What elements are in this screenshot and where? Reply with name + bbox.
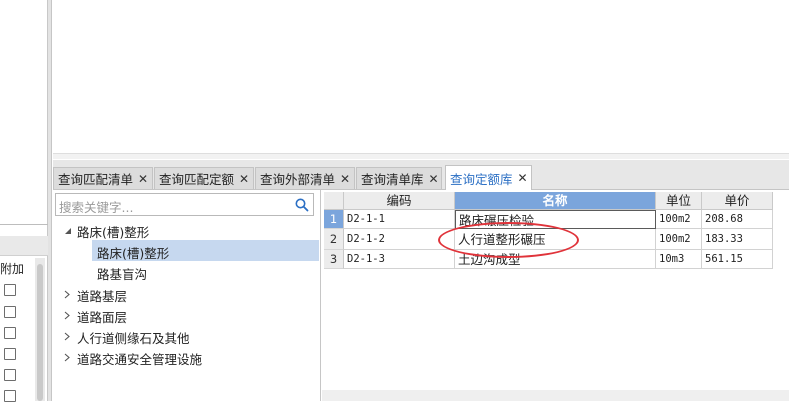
cell-code[interactable]: D2-1-3 (344, 250, 455, 269)
cell-code[interactable]: D2-1-1 (344, 210, 455, 229)
cell-unit[interactable]: 100m2 (656, 210, 702, 229)
collapsed-arrow-icon[interactable] (63, 332, 71, 341)
tab-label: 查询外部清单 (260, 172, 336, 187)
tab-label: 查询定额库 (450, 171, 513, 187)
cell-price[interactable]: 183.33 (702, 229, 773, 250)
top-pane (53, 0, 789, 153)
collapsed-arrow-icon[interactable] (63, 311, 71, 320)
grid-horizontal-scrollbar[interactable] (322, 390, 789, 401)
tree-item-sidewalk-curb[interactable]: 人行道侧缘石及其他 (77, 328, 190, 347)
close-icon[interactable]: ✕ (429, 172, 439, 186)
tree-item-road-bed-group[interactable]: 路床(槽)整形 (77, 222, 149, 241)
close-icon[interactable]: ✕ (138, 172, 148, 186)
tab-query-matched-quota[interactable]: 查询匹配定额 ✕ (154, 167, 254, 189)
horizontal-splitter[interactable] (53, 153, 789, 159)
row-checkbox[interactable] (4, 327, 16, 339)
tree-item-blind-drain[interactable]: 路基盲沟 (97, 264, 147, 283)
row-checkbox[interactable] (4, 284, 16, 296)
search-placeholder: 搜索关键字... (59, 200, 134, 215)
search-icon[interactable] (294, 197, 310, 213)
row-checkbox[interactable] (4, 369, 16, 381)
left-panel-header (0, 236, 48, 256)
collapsed-arrow-icon[interactable] (63, 290, 71, 299)
column-header-name[interactable]: 名称 (455, 192, 656, 210)
vertical-splitter[interactable] (48, 0, 52, 401)
tab-query-list-library[interactable]: 查询清单库 ✕ (356, 167, 442, 189)
left-panel-divider (0, 224, 48, 225)
close-icon[interactable]: ✕ (239, 172, 249, 186)
row-number[interactable]: 2 (324, 229, 344, 250)
left-scrollbar-thumb[interactable] (37, 264, 43, 401)
row-checkbox[interactable] (4, 348, 16, 360)
cell-price[interactable]: 561.15 (702, 250, 773, 269)
column-header-code[interactable]: 编码 (344, 192, 455, 210)
close-icon[interactable]: ✕ (340, 172, 350, 186)
tab-label: 查询匹配清单 (58, 172, 134, 187)
row-checkbox[interactable] (4, 306, 16, 318)
annotation-ellipse (438, 222, 579, 258)
row-number[interactable]: 1 (324, 210, 344, 229)
cell-unit[interactable]: 100m2 (656, 229, 702, 250)
close-icon[interactable]: ✕ (518, 171, 528, 185)
column-header-unit[interactable]: 单位 (656, 192, 702, 210)
fujia-column-header: 附加 (0, 262, 25, 276)
tab-query-external-list[interactable]: 查询外部清单 ✕ (255, 167, 355, 189)
grid-corner-header (324, 192, 344, 210)
tree-item-road-bed[interactable]: 路床(槽)整形 (97, 243, 169, 262)
tab-label: 查询清单库 (361, 172, 424, 187)
tree-item-road-base[interactable]: 道路基层 (77, 286, 127, 305)
tab-query-quota-library[interactable]: 查询定额库 ✕ (445, 165, 532, 190)
cell-unit[interactable]: 10m3 (656, 250, 702, 269)
tab-label: 查询匹配定额 (159, 172, 235, 187)
cell-price[interactable]: 208.68 (702, 210, 773, 229)
expanded-arrow-icon[interactable] (63, 226, 73, 236)
row-number[interactable]: 3 (324, 250, 344, 269)
tree-item-road-surface[interactable]: 道路面层 (77, 307, 127, 326)
tree-item-traffic-safety[interactable]: 道路交通安全管理设施 (77, 349, 202, 368)
row-checkbox[interactable] (4, 390, 16, 402)
collapsed-arrow-icon[interactable] (63, 353, 71, 362)
tab-query-matched-list[interactable]: 查询匹配清单 ✕ (53, 167, 153, 189)
column-header-price[interactable]: 单价 (702, 192, 773, 210)
